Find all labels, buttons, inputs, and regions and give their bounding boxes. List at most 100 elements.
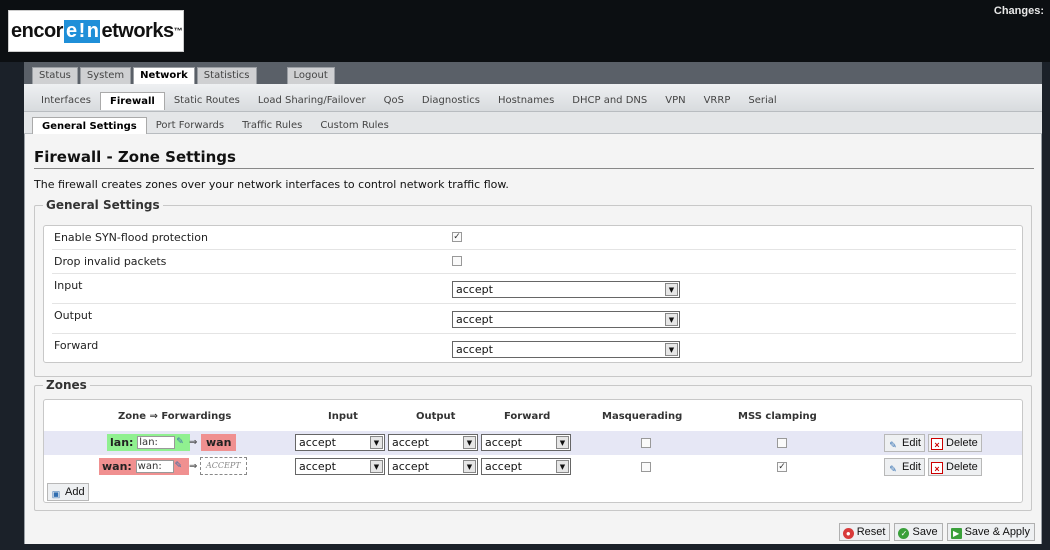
drop-invalid-checkbox[interactable] [452, 256, 462, 266]
zone-input-select[interactable]: accept ▼ [295, 434, 385, 451]
forward-arrow-icon: ⇒ [189, 461, 198, 472]
tab-port-forwards[interactable]: Port Forwards [147, 117, 233, 135]
zone-name-input[interactable]: wan: [135, 460, 174, 473]
tab-logout[interactable]: Logout [286, 67, 335, 84]
mss-clamping-checkbox[interactable] [777, 438, 787, 448]
col-header-forward: Forward [504, 411, 551, 422]
zone-output-select[interactable]: accept ▼ [388, 434, 478, 451]
col-header-output: Output [416, 411, 456, 422]
tab-vpn[interactable]: VPN [656, 92, 694, 110]
zone-badge-lan[interactable]: lan: lan: ✎ [107, 434, 191, 451]
tab-status[interactable]: Status [32, 67, 78, 84]
forward-policy-select[interactable]: accept ▼ [452, 341, 680, 358]
output-row: Output accept ▼ [52, 304, 1016, 334]
tab-network[interactable]: Network [133, 67, 195, 84]
masquerading-checkbox[interactable] [641, 462, 651, 472]
forward-label: Forward [54, 339, 99, 352]
changes-indicator[interactable]: Changes: [994, 5, 1044, 17]
main-content: Firewall - Zone Settings The firewall cr… [24, 134, 1042, 544]
zones-legend: Zones [43, 378, 90, 392]
zone-forward-select[interactable]: accept ▼ [481, 434, 571, 451]
add-zone-button[interactable]: ▣ Add [47, 483, 89, 501]
tab-traffic-rules[interactable]: Traffic Rules [233, 117, 311, 135]
edit-button[interactable]: ✎ Edit [884, 458, 925, 476]
forward-target-wan: wan [201, 434, 237, 451]
output-label: Output [54, 309, 93, 322]
chevron-down-icon: ▼ [556, 436, 569, 449]
tab-system[interactable]: System [79, 67, 132, 84]
zone-forward-select[interactable]: accept ▼ [481, 458, 571, 475]
secondary-menu: Interfaces Firewall Static Routes Load S… [24, 84, 1042, 112]
col-header-input: Input [328, 411, 358, 422]
chevron-down-icon: ▼ [463, 460, 476, 473]
syn-flood-row: Enable SYN-flood protection ✓ [52, 226, 1016, 250]
general-settings-table: Enable SYN-flood protection ✓ Drop inval… [43, 225, 1023, 363]
edit-button[interactable]: ✎ Edit [884, 434, 925, 452]
chevron-down-icon: ▼ [665, 283, 678, 296]
reset-button[interactable]: ● Reset [838, 523, 891, 541]
general-settings-legend: General Settings [43, 198, 163, 212]
page-description: The firewall creates zones over your net… [34, 178, 509, 191]
save-icon: ✓ [898, 528, 910, 539]
output-policy-select[interactable]: accept ▼ [452, 311, 680, 328]
chevron-down-icon: ▼ [665, 313, 678, 326]
edit-icon: ✎ [889, 440, 897, 450]
tab-hostnames[interactable]: Hostnames [489, 92, 563, 110]
chevron-down-icon: ▼ [370, 460, 383, 473]
tab-interfaces[interactable]: Interfaces [32, 92, 100, 110]
save-apply-icon: ▶ [950, 528, 962, 539]
edit-zone-icon[interactable]: ✎ [176, 436, 187, 447]
col-header-zone: Zone ⇒ Forwardings [118, 411, 232, 422]
chevron-down-icon: ▼ [665, 343, 678, 356]
encore-networks-logo: encor e! n etworks ™ [8, 10, 184, 52]
save-apply-button[interactable]: ▶ Save & Apply [946, 523, 1035, 541]
reset-icon: ● [842, 528, 854, 539]
tab-static-routes[interactable]: Static Routes [165, 92, 249, 110]
delete-button[interactable]: × Delete [928, 458, 982, 476]
mss-clamping-checkbox[interactable]: ✓ [777, 462, 787, 472]
tertiary-menu: General Settings Port Forwards Traffic R… [24, 112, 1042, 135]
drop-invalid-label: Drop invalid packets [54, 255, 167, 268]
chevron-down-icon: ▼ [556, 460, 569, 473]
tab-custom-rules[interactable]: Custom Rules [311, 117, 397, 135]
zone-input-select[interactable]: accept ▼ [295, 458, 385, 475]
col-header-mss-clamping: MSS clamping [738, 411, 817, 422]
zones-fieldset: Zones Zone ⇒ Forwardings Input Output Fo… [34, 378, 1032, 511]
input-label: Input [54, 279, 83, 292]
zones-table: Zone ⇒ Forwardings Input Output Forward … [43, 399, 1023, 503]
input-policy-select[interactable]: accept ▼ [452, 281, 680, 298]
header-bar: encor e! n etworks ™ Changes: [0, 0, 1050, 62]
tab-diagnostics[interactable]: Diagnostics [413, 92, 489, 110]
edit-icon: ✎ [889, 464, 897, 474]
add-icon: ▣ [51, 489, 61, 499]
edit-zone-icon[interactable]: ✎ [175, 460, 186, 471]
tab-firewall[interactable]: Firewall [99, 92, 165, 110]
delete-button[interactable]: × Delete [928, 434, 982, 452]
col-header-masquerading: Masquerading [602, 411, 683, 422]
zone-name-input[interactable]: lan: [137, 436, 176, 449]
tab-vrrp[interactable]: VRRP [695, 92, 740, 110]
chevron-down-icon: ▼ [370, 436, 383, 449]
masquerading-checkbox[interactable] [641, 438, 651, 448]
page-title: Firewall - Zone Settings [34, 148, 236, 166]
tab-statistics[interactable]: Statistics [196, 67, 257, 84]
save-button[interactable]: ✓ Save [894, 523, 943, 541]
form-actions: ● Reset ✓ Save ▶ Save & Apply [838, 523, 1035, 541]
tab-general-settings[interactable]: General Settings [32, 117, 147, 135]
syn-flood-checkbox[interactable]: ✓ [452, 232, 462, 242]
tab-dhcp-dns[interactable]: DHCP and DNS [563, 92, 656, 110]
delete-icon: × [931, 438, 943, 450]
zone-output-select[interactable]: accept ▼ [388, 458, 478, 475]
primary-menu: Status System Network Statistics Logout [24, 62, 1042, 84]
tab-qos[interactable]: QoS [375, 92, 413, 110]
tab-load-sharing[interactable]: Load Sharing/Failover [249, 92, 375, 110]
chevron-down-icon: ▼ [463, 436, 476, 449]
zone-row-lan: lan: lan: ✎ ⇒ wan accept ▼ accept ▼ accept ▼… [44, 431, 1022, 455]
forward-target-accept: ACCEPT [200, 457, 247, 475]
syn-flood-label: Enable SYN-flood protection [54, 231, 208, 244]
forward-arrow-icon: ⇒ [189, 437, 198, 448]
tab-serial[interactable]: Serial [739, 92, 785, 110]
zone-badge-wan[interactable]: wan: wan: ✎ [99, 458, 189, 475]
delete-icon: × [931, 462, 943, 474]
title-divider [34, 168, 1034, 169]
